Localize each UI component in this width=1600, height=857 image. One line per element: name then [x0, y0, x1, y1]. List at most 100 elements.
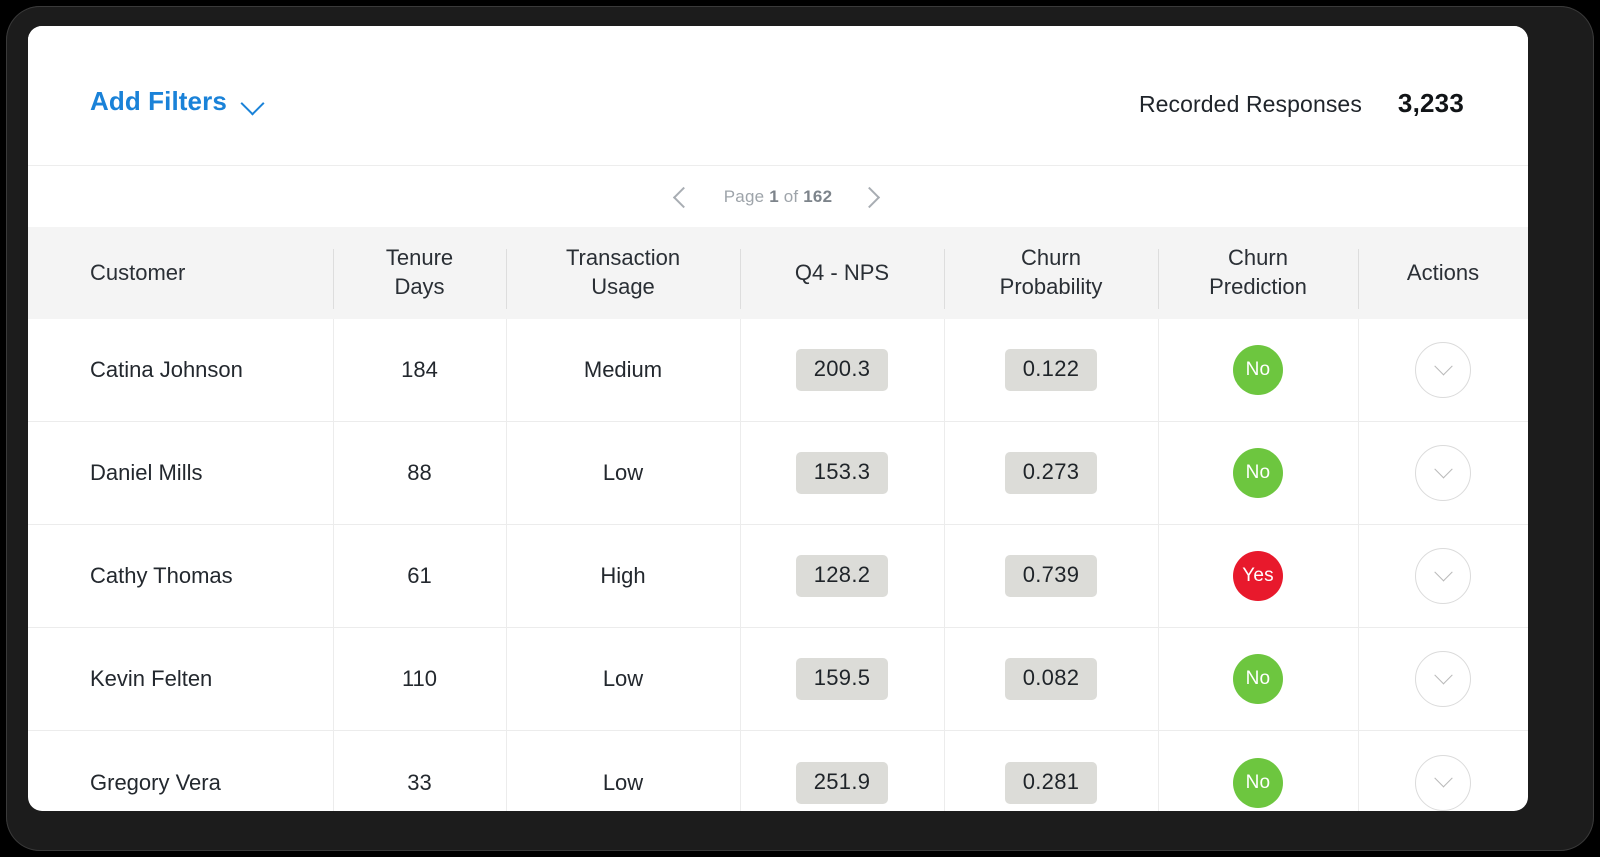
churn-prediction-badge: Yes	[1233, 551, 1283, 601]
page-middle: of	[778, 186, 804, 206]
column-divider	[506, 525, 507, 627]
column-divider	[944, 731, 945, 811]
chevron-left-icon[interactable]	[666, 181, 698, 213]
header-line-2: Probability	[999, 274, 1103, 299]
table-row[interactable]: Catina Johnson 184 Medium 200.3 0.122 No	[28, 319, 1528, 422]
page-indicator: Page 1 of 162	[724, 187, 833, 207]
customer-name: Cathy Thomas	[90, 563, 233, 588]
churn-prediction-badge: No	[1233, 654, 1283, 704]
column-divider	[944, 319, 945, 421]
customers-table: Customer Tenure Days Transaction Usage Q…	[28, 227, 1528, 811]
total-pages: 162	[803, 186, 833, 206]
churn-probability-pill: 0.281	[1005, 761, 1097, 804]
pagination-bar: Page 1 of 162	[28, 166, 1528, 227]
column-divider	[506, 628, 507, 730]
column-divider	[944, 628, 945, 730]
column-divider	[740, 731, 741, 811]
column-header-nps[interactable]: Q4 - NPS	[740, 227, 944, 319]
cell-transaction-usage: Medium	[506, 319, 740, 421]
column-header-label: Actions	[1406, 259, 1480, 285]
nps-pill: 128.2	[796, 555, 888, 597]
table-header-row: Customer Tenure Days Transaction Usage Q…	[28, 227, 1528, 319]
cell-tenure-days: 88	[333, 422, 506, 524]
table-row[interactable]: Cathy Thomas 61 High 128.2 0.739 Yes	[28, 525, 1528, 628]
cell-customer: Cathy Thomas	[28, 525, 333, 627]
chevron-right-icon[interactable]	[858, 181, 890, 213]
column-header-label: Tenure Days	[386, 244, 453, 301]
cell-nps: 251.9	[740, 731, 944, 811]
page-prefix: Page	[723, 186, 770, 206]
recorded-responses-label: Recorded Responses	[1138, 91, 1362, 117]
column-divider	[1158, 319, 1159, 421]
cell-tenure-days: 33	[333, 731, 506, 811]
column-header-tenure[interactable]: Tenure Days	[333, 227, 506, 319]
churn-prediction-badge: No	[1233, 345, 1283, 395]
row-expand-button[interactable]	[1415, 651, 1471, 707]
column-header-label: Churn Probability	[1000, 244, 1103, 301]
tenure-days-value: 33	[407, 769, 432, 795]
column-header-churn-probability[interactable]: Churn Probability	[944, 227, 1158, 319]
nps-pill: 200.3	[796, 349, 888, 391]
churn-prediction-badge: No	[1233, 757, 1283, 808]
column-divider	[1158, 628, 1159, 730]
churn-probability-pill: 0.273	[1005, 452, 1097, 494]
table-row[interactable]: Gregory Vera 33 Low 251.9 0.281 No	[28, 731, 1528, 811]
cell-actions	[1358, 731, 1528, 811]
cell-customer: Gregory Vera	[28, 731, 333, 811]
tenure-days-value: 110	[401, 666, 438, 691]
cell-actions	[1358, 525, 1528, 627]
customer-name: Kevin Felten	[90, 666, 213, 691]
column-header-customer[interactable]: Customer	[28, 227, 333, 319]
column-header-transaction-usage[interactable]: Transaction Usage	[506, 227, 740, 319]
column-header-label: Churn Prediction	[1209, 244, 1307, 301]
current-page: 1	[769, 186, 779, 206]
chevron-down-icon	[1433, 769, 1453, 788]
cell-nps: 200.3	[740, 319, 944, 421]
column-header-actions: Actions	[1358, 227, 1528, 319]
row-expand-button[interactable]	[1415, 445, 1471, 501]
column-divider	[333, 731, 334, 811]
column-divider	[1358, 319, 1359, 421]
column-divider	[944, 525, 945, 627]
row-expand-button[interactable]	[1415, 342, 1471, 398]
column-divider	[506, 422, 507, 524]
column-divider	[1358, 731, 1359, 811]
column-divider	[1358, 525, 1359, 627]
nps-pill: 153.3	[796, 452, 888, 494]
column-divider	[1358, 422, 1359, 524]
column-divider	[944, 422, 945, 524]
column-divider	[333, 628, 334, 730]
row-expand-button[interactable]	[1415, 754, 1471, 811]
header-line-1: Churn	[1228, 245, 1288, 271]
column-divider	[1158, 422, 1159, 524]
cell-transaction-usage: High	[506, 525, 740, 627]
cell-customer: Daniel Mills	[28, 422, 333, 524]
header-line-1: Churn	[1021, 245, 1081, 271]
cell-churn-probability: 0.281	[944, 731, 1158, 811]
header-line-2: Usage	[591, 274, 655, 299]
churn-probability-pill: 0.122	[1005, 349, 1097, 391]
churn-prediction-badge: No	[1233, 448, 1283, 498]
column-divider	[944, 249, 945, 309]
column-header-churn-prediction[interactable]: Churn Prediction	[1158, 227, 1358, 319]
table-row[interactable]: Kevin Felten 110 Low 159.5 0.082 No	[28, 628, 1528, 731]
column-divider	[333, 525, 334, 627]
nps-pill: 159.5	[796, 658, 888, 700]
nps-pill: 251.9	[796, 761, 888, 804]
add-filters-button[interactable]: Add Filters	[90, 86, 267, 117]
column-divider	[1158, 525, 1159, 627]
churn-probability-pill: 0.082	[1005, 658, 1097, 700]
column-divider	[1158, 731, 1159, 811]
customer-name: Daniel Mills	[90, 460, 203, 485]
chevron-down-icon	[1433, 356, 1453, 375]
transaction-usage-value: High	[600, 563, 646, 588]
column-divider	[333, 249, 334, 309]
chevron-down-icon	[1433, 665, 1453, 684]
cell-nps: 128.2	[740, 525, 944, 627]
row-expand-button[interactable]	[1415, 548, 1471, 604]
cell-churn-prediction: No	[1158, 731, 1358, 811]
cell-actions	[1358, 628, 1528, 730]
table-row[interactable]: Daniel Mills 88 Low 153.3 0.273 No	[28, 422, 1528, 525]
tenure-days-value: 184	[401, 357, 438, 382]
cell-nps: 159.5	[740, 628, 944, 730]
